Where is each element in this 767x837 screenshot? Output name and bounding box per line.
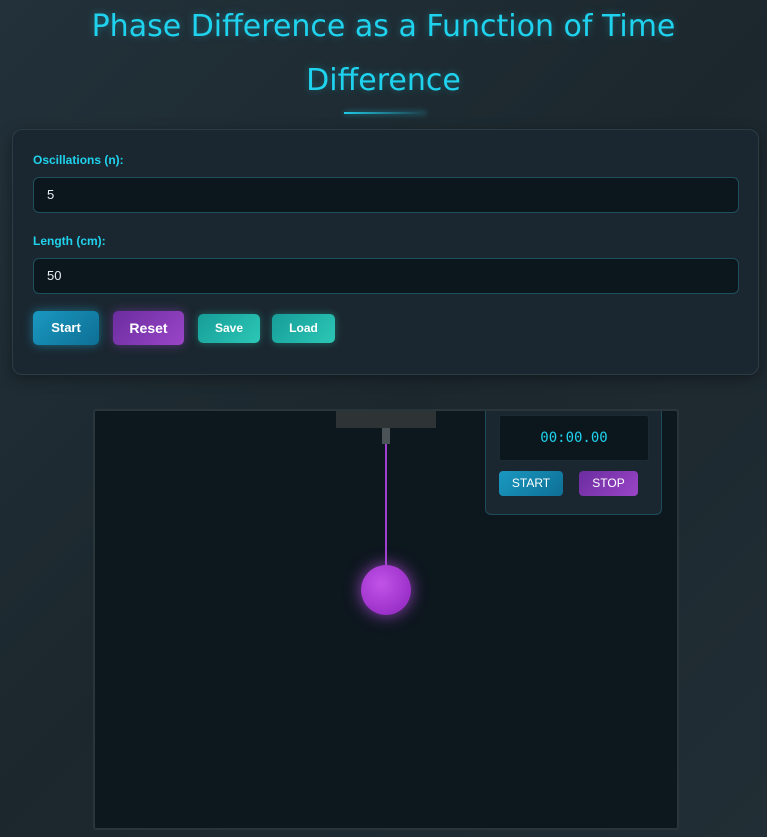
length-label: Length (cm):	[33, 234, 106, 248]
stopwatch-display: 00:00.00	[499, 415, 649, 461]
title-underline	[344, 112, 426, 114]
oscillations-input[interactable]: 5	[33, 177, 739, 213]
reset-button[interactable]: Reset	[113, 311, 184, 345]
length-input[interactable]: 50	[33, 258, 739, 294]
pendulum-string	[385, 444, 387, 568]
pendulum-mount	[336, 411, 436, 428]
oscillations-label: Oscillations (n):	[33, 153, 124, 167]
page-title: Phase Difference as a Function of Time D…	[0, 0, 767, 108]
pendulum-bob[interactable]	[361, 565, 411, 615]
stopwatch-stop-button[interactable]: STOP	[579, 471, 638, 496]
save-button[interactable]: Save	[198, 314, 260, 343]
controls-panel: Oscillations (n): 5 Length (cm): 50 Star…	[12, 129, 759, 375]
stopwatch-panel: 00:00.00 START STOP	[485, 411, 662, 515]
page-title-line-2: Difference	[306, 63, 461, 98]
pendulum-simulation: 00:00.00 START STOP	[93, 409, 679, 830]
load-button[interactable]: Load	[272, 314, 335, 343]
page-title-line-1: Phase Difference as a Function of Time	[91, 9, 676, 44]
stopwatch-start-button[interactable]: START	[499, 471, 563, 496]
pendulum-pivot	[382, 428, 390, 444]
start-button[interactable]: Start	[33, 311, 99, 345]
